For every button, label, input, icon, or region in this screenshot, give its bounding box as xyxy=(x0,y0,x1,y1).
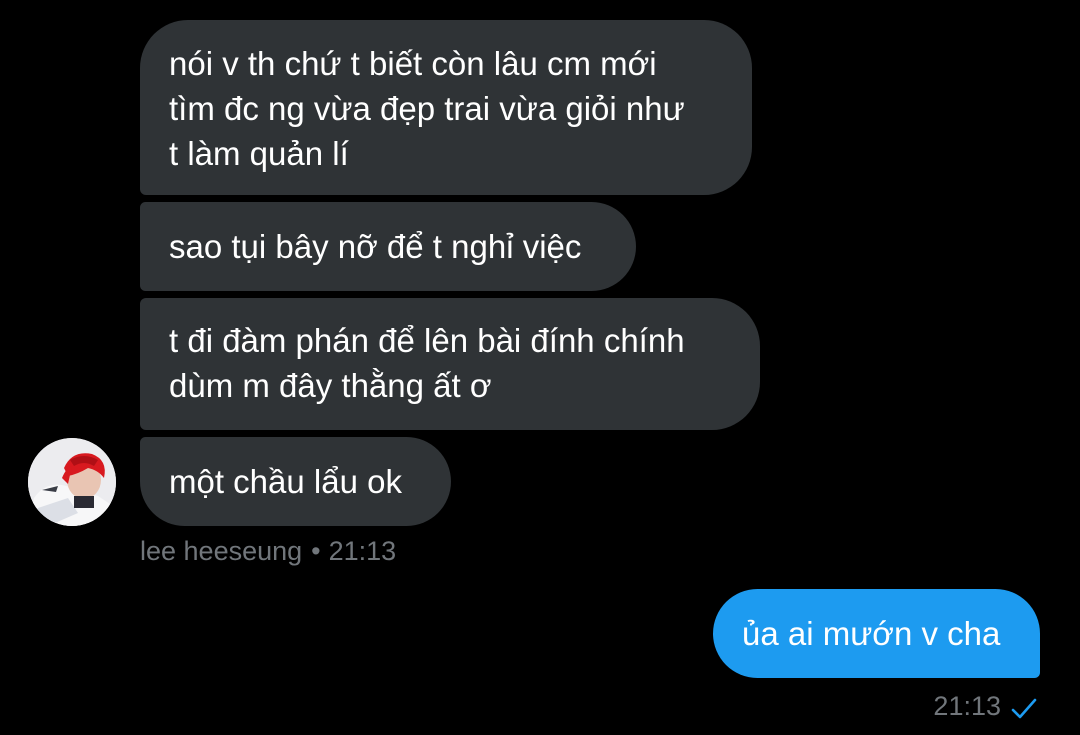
incoming-message-bubble[interactable]: nói v th chứ t biết còn lâu cm mới tìm đ… xyxy=(140,20,752,195)
check-icon xyxy=(1010,694,1038,719)
outgoing-message-meta: 21:13 xyxy=(933,688,1038,724)
outgoing-message-bubble[interactable]: ủa ai mướn v cha xyxy=(713,589,1040,678)
message-text-line: một chầu lẩu ok xyxy=(169,463,402,500)
avatar-image xyxy=(28,438,116,526)
message-timestamp: 21:13 xyxy=(933,691,1001,721)
incoming-message-bubble[interactable]: sao tụi bây nỡ để t nghỉ việc xyxy=(140,202,636,291)
message-text-line: t đi đàm phán để lên bài đính chính xyxy=(169,322,685,359)
sender-avatar[interactable] xyxy=(28,438,116,526)
message-text-line: tìm đc ng vừa đẹp trai vừa giỏi như xyxy=(169,90,685,127)
message-text-line: dùm m đây thằng ất ơ xyxy=(169,367,492,404)
incoming-message-bubble[interactable]: t đi đàm phán để lên bài đính chính dùm … xyxy=(140,298,760,430)
incoming-message-bubble[interactable]: một chầu lẩu ok xyxy=(140,437,451,526)
meta-separator: • xyxy=(311,536,321,566)
message-text-line: nói v th chứ t biết còn lâu cm mới xyxy=(169,45,657,82)
message-timestamp: 21:13 xyxy=(328,536,397,566)
sender-name[interactable]: lee heeseung xyxy=(140,536,302,566)
message-text-line: t làm quản lí xyxy=(169,135,349,172)
incoming-message-meta: lee heeseung • 21:13 xyxy=(140,533,396,569)
message-text-line: sao tụi bây nỡ để t nghỉ việc xyxy=(169,228,582,265)
message-text-line: ủa ai mướn v cha xyxy=(742,615,1001,652)
